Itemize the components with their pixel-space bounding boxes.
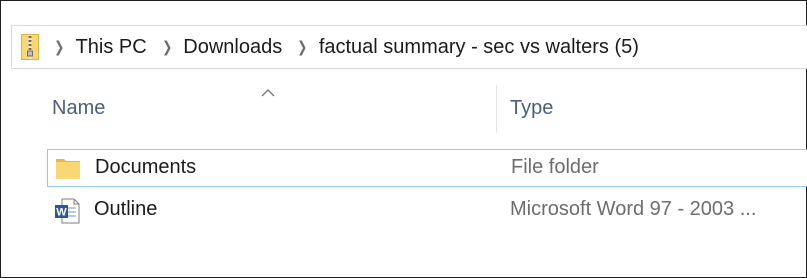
folder-icon (55, 156, 81, 180)
breadcrumb-current-folder[interactable]: factual summary - sec vs walters (5) (319, 36, 639, 59)
breadcrumb-downloads[interactable]: Downloads (183, 36, 282, 59)
file-name: Outline (94, 198, 158, 220)
column-header-name[interactable]: Name (52, 97, 105, 120)
chevron-right-icon[interactable]: ❯ (162, 38, 172, 56)
file-name: Documents (95, 156, 197, 178)
column-header-type[interactable]: Type (510, 97, 553, 120)
svg-text:W: W (56, 207, 67, 219)
word-doc-icon: W (54, 198, 80, 224)
column-divider[interactable] (496, 85, 497, 133)
zip-folder-icon (21, 34, 39, 60)
file-type: File folder (511, 156, 599, 178)
file-row-documents[interactable]: Documents File folder (47, 149, 807, 187)
file-row-outline[interactable]: W Outline Microsoft Word 97 - 2003 ... (47, 192, 807, 230)
sort-ascending-icon (260, 85, 276, 97)
breadcrumb-this-pc[interactable]: This PC (76, 36, 147, 59)
file-type: Microsoft Word 97 - 2003 ... (510, 198, 757, 220)
chevron-right-icon[interactable]: ❯ (54, 38, 64, 56)
column-headers: Name Type (1, 83, 807, 137)
chevron-right-icon[interactable]: ❯ (297, 38, 307, 56)
explorer-window: ❯ This PC ❯ Downloads ❯ factual summary … (0, 0, 807, 278)
address-bar[interactable]: ❯ This PC ❯ Downloads ❯ factual summary … (11, 25, 807, 69)
